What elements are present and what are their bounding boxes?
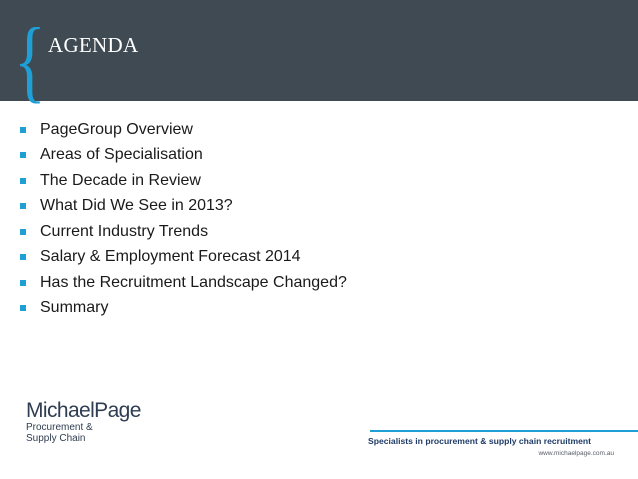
agenda-item-label: Has the Recruitment Landscape Changed? — [40, 273, 347, 291]
bullet-square-icon — [20, 228, 26, 235]
agenda-item-label: Current Industry Trends — [40, 222, 209, 240]
michael-page-logo: MichaelPage Procurement & Supply Chain — [26, 399, 156, 445]
agenda-item-label: Salary & Employment Forecast 2014 — [40, 248, 301, 266]
agenda-item-label: PageGroup Overview — [40, 120, 193, 138]
bullet-square-icon — [20, 203, 26, 210]
bullet-square-icon — [20, 177, 26, 184]
agenda-item: Current Industry Trends — [20, 219, 347, 245]
brace-decoration: { — [14, 9, 46, 111]
slide-title: AGENDA — [48, 33, 139, 57]
agenda-item: Has the Recruitment Landscape Changed? — [20, 270, 347, 296]
agenda-item: The Decade in Review — [20, 168, 347, 194]
agenda-item: What Did We See in 2013? — [20, 194, 347, 220]
agenda-item-label: Areas of Specialisation — [40, 146, 203, 164]
bullet-square-icon — [20, 279, 26, 286]
logo-wordmark: MichaelPage — [26, 399, 141, 422]
logo-division-line1: Procurement & — [26, 422, 93, 433]
agenda-list: PageGroup Overview Areas of Specialisati… — [20, 117, 347, 321]
footer-url: www.michaelpage.com.au — [538, 450, 614, 457]
bullet-square-icon — [20, 254, 26, 261]
logo-division-line2: Supply Chain — [26, 433, 86, 444]
agenda-item-label: The Decade in Review — [40, 171, 201, 189]
bullet-square-icon — [20, 305, 26, 312]
agenda-item-label: Summary — [40, 299, 109, 317]
bullet-square-icon — [20, 152, 26, 159]
agenda-item: Summary — [20, 296, 347, 322]
agenda-item: Salary & Employment Forecast 2014 — [20, 245, 347, 271]
footer-divider — [370, 430, 638, 432]
agenda-item: Areas of Specialisation — [20, 143, 347, 169]
agenda-item-label: What Did We See in 2013? — [40, 197, 233, 215]
footer-tagline: Specialists in procurement & supply chai… — [368, 436, 592, 446]
bullet-square-icon — [20, 126, 26, 133]
agenda-item: PageGroup Overview — [20, 117, 347, 143]
